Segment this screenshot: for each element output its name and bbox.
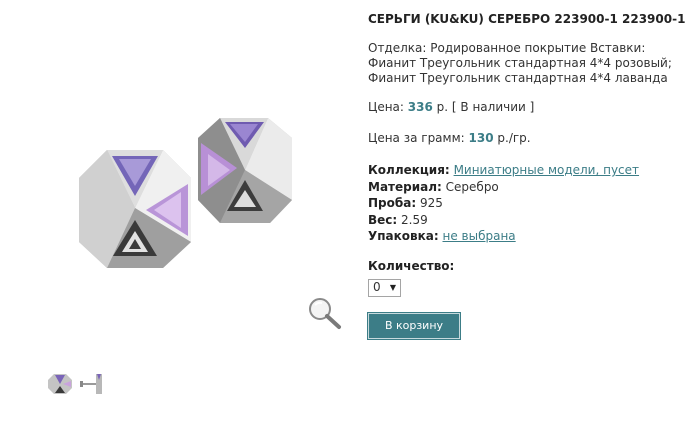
gram-price-label: Цена за грамм: bbox=[368, 131, 465, 145]
gram-price-row: Цена за грамм: 130 р./гр. bbox=[368, 131, 683, 146]
package-row: Упаковка: не выбрана bbox=[368, 228, 683, 245]
triangle-down-icon: ▼ bbox=[389, 283, 396, 292]
product-image[interactable] bbox=[30, 10, 350, 340]
gram-price-value: 130 bbox=[468, 131, 494, 145]
earrings-image bbox=[79, 118, 292, 268]
probe-label: Проба: bbox=[368, 196, 417, 210]
thumbnail-side[interactable] bbox=[78, 368, 106, 398]
collection-link[interactable]: Миниатюрные модели, пусет bbox=[454, 163, 639, 177]
package-link[interactable]: не выбрана bbox=[443, 229, 516, 243]
price-row: Цена: 336 р. [ В наличии ] bbox=[368, 100, 683, 115]
quantity-select[interactable]: 0 ▼ bbox=[368, 278, 401, 297]
properties-list: Коллекция: Миниатюрные модели, пусет Мат… bbox=[368, 162, 683, 245]
gram-price-suffix: р./гр. bbox=[497, 131, 531, 145]
material-label: Материал: bbox=[368, 179, 442, 194]
collection-label: Коллекция: bbox=[368, 163, 450, 177]
quantity-label: Количество: bbox=[368, 258, 455, 273]
product-description: Отделка: Родированное покрытие Вставки: … bbox=[368, 41, 672, 85]
price-suffix: р. [ В наличии ] bbox=[436, 100, 535, 114]
probe-value: 925 bbox=[419, 196, 443, 210]
magnifier-icon[interactable] bbox=[306, 296, 346, 336]
product-title: СЕРЬГИ (KU&KU) СЕРЕБРО 223900-1 223900-1 bbox=[368, 12, 686, 26]
price-value: 336 bbox=[407, 100, 433, 114]
material-row: Материал: Серебро bbox=[368, 179, 683, 196]
thumbnail-strip bbox=[46, 368, 106, 398]
product-info: СЕРЬГИ (KU&KU) СЕРЕБРО 223900-1 223900-1… bbox=[368, 12, 686, 339]
material-value: Серебро bbox=[445, 179, 499, 194]
quantity-value: 0 bbox=[373, 280, 381, 294]
thumbnail-front[interactable] bbox=[46, 368, 74, 398]
probe-row: Проба: 925 bbox=[368, 195, 683, 212]
collection-row: Коллекция: Миниатюрные модели, пусет bbox=[368, 162, 683, 179]
front-earring bbox=[79, 150, 191, 268]
price-label: Цена: bbox=[368, 100, 404, 114]
back-earring bbox=[198, 118, 292, 223]
add-to-cart-button[interactable]: В корзину bbox=[368, 312, 460, 339]
package-label: Упаковка: bbox=[368, 229, 439, 243]
weight-value: 2.59 bbox=[401, 212, 428, 227]
weight-row: Вес: 2.59 bbox=[368, 212, 683, 229]
weight-label: Вес: bbox=[368, 212, 398, 227]
